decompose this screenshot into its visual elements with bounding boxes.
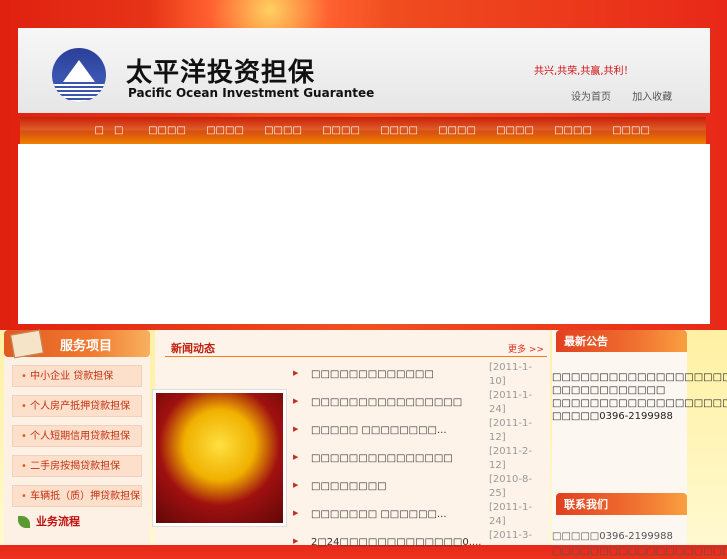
news-panel: 新闻动态 更多 >> ▶ □□□□□□□□□□□□□ [2011-1-10] ▶ □□… [152, 330, 550, 548]
site-title-en: Pacific Ocean Investment Guarantee [128, 86, 375, 100]
slogan: 共兴,共荣,共赢,共利！ [534, 66, 634, 77]
main-nav: □ □ □□□□ □□□□ □□□□ □□□□ □□□□ □□□□ □□□□ □… [20, 117, 706, 144]
contact-line: □□□□□0396-2199988 [552, 531, 673, 542]
sidebar-right: 最新公告 □□□□□□□□□□□□□□□□□□□□ □□□□□□□□□□□□ □… [552, 330, 727, 557]
divider [165, 356, 547, 357]
arrow-icon: ▶ [293, 369, 299, 377]
nav-item[interactable]: □ □ [80, 117, 138, 144]
flow-title[interactable]: 业务流程 [36, 515, 80, 528]
site-title-cn: 太平洋投资担保 [126, 58, 316, 88]
service-link[interactable]: 车辆抵（质）押贷款担保 [12, 485, 142, 507]
leaf-icon [18, 516, 30, 528]
add-favorite-link[interactable]: 加入收藏 [632, 92, 672, 103]
arrow-icon: ▶ [293, 425, 299, 433]
service-link[interactable]: 个人短期信用贷款担保 [12, 425, 142, 447]
notice-line: □□□□□0396-2199988 [552, 411, 673, 422]
nav-item[interactable]: □□□□ [486, 117, 544, 144]
notice-title: 最新公告 [556, 330, 687, 352]
news-item-date: [2010-8-25] [489, 474, 532, 499]
service-link[interactable]: 个人房产抵押贷款担保 [12, 395, 142, 417]
nav-item[interactable]: □□□□ [196, 117, 254, 144]
money-tree-image [152, 389, 287, 527]
notebook-icon [10, 329, 44, 359]
news-item[interactable]: ▶ □□□□□□□□□□□□□□□ [2011-2-12] [293, 445, 548, 473]
arrow-icon: ▶ [293, 453, 299, 461]
news-item-date: [2011-2-12] [489, 446, 532, 471]
set-homepage-link[interactable]: 设为首页 [571, 92, 611, 103]
site-header: 太平洋投资担保 Pacific Ocean Investment Guarant… [18, 28, 710, 113]
news-item-title[interactable]: □□□□□ □□□□□□□□... [311, 425, 447, 436]
contact-title: 联系我们 [556, 493, 687, 515]
nav-item[interactable]: □□□□ [254, 117, 312, 144]
service-link[interactable]: 二手房按揭贷款担保 [12, 455, 142, 477]
services-panel: 服务项目 中小企业 贷款担保 个人房产抵押贷款担保 个人短期信用贷款担保 二手房… [4, 329, 150, 545]
notice-line: □□□□□□□□□□□□ [552, 385, 666, 396]
more-link[interactable]: 更多 >> [508, 342, 544, 355]
services-title: 服务项目 [60, 339, 113, 354]
news-item-title[interactable]: □□□□□□□ □□□□□□... [311, 509, 447, 520]
news-item-title[interactable]: □□□□□□□□□□□□□□□ [311, 453, 453, 464]
news-item-title[interactable]: □□□□□□□□□□□□□□□□ [311, 397, 462, 408]
news-item-date: [2011-1-24] [489, 390, 532, 415]
notice-body: □□□□□□□□□□□□□□□□□□□□ □□□□□□□□□□□□ □□□□□□… [552, 352, 727, 423]
nav-item[interactable]: □□□□ [138, 117, 196, 144]
arrow-icon: ▶ [293, 509, 299, 517]
arrow-icon: ▶ [293, 397, 299, 405]
news-item-date: [2011-1-10] [489, 362, 532, 387]
service-link[interactable]: 中小企业 贷款担保 [12, 365, 142, 387]
news-item[interactable]: ▶ 2□24□□□□□□□□□□□□□0.... [2011-3- [293, 529, 548, 557]
news-item[interactable]: ▶ □□□□□□□□ [2010-8-25] [293, 473, 548, 501]
nav-item[interactable]: □□□□ [544, 117, 602, 144]
news-item-title[interactable]: □□□□□□□□ [311, 481, 387, 492]
arrow-icon: ▶ [293, 481, 299, 489]
news-item-title[interactable]: 2□24□□□□□□□□□□□□□0.... [311, 537, 481, 548]
nav-item[interactable]: □□□□ [312, 117, 370, 144]
banner [18, 144, 710, 324]
news-item[interactable]: ▶ □□□□□□□□□□□□□□□□ [2011-1-24] [293, 389, 548, 417]
notice-line: □□□□□□□□□□□□□□□□□□□□ [552, 359, 727, 383]
nav-item[interactable]: □□□□ [428, 117, 486, 144]
logo-icon [52, 48, 106, 102]
news-item[interactable]: ▶ □□□□□□□ □□□□□□... [2011-1-24] [293, 501, 548, 529]
contact-body: □□□□□0396-2199988 □□□□□□□□□□□□□□□□□□□ [552, 529, 727, 559]
news-item-date: [2011-1-24] [489, 502, 532, 527]
news-item[interactable]: ▶ □□□□□ □□□□□□□□... [2011-1-12] [293, 417, 548, 445]
contact-line: □□□□□□□□□□□□□□□□□□□ [552, 546, 727, 557]
notice-line: □□□□□□□□□□□□□□□□□□□□ [552, 398, 727, 409]
news-title: 新闻动态 [171, 342, 215, 355]
news-item-title[interactable]: □□□□□□□□□□□□□ [311, 369, 434, 380]
nav-item[interactable]: □□□□ [602, 117, 660, 144]
news-item[interactable]: ▶ □□□□□□□□□□□□□ [2011-1-10] [293, 361, 548, 389]
news-item-date: [2011-1-12] [489, 418, 532, 443]
nav-item[interactable]: □□□□ [370, 117, 428, 144]
arrow-icon: ▶ [293, 537, 299, 545]
news-item-date: [2011-3- [489, 530, 532, 541]
